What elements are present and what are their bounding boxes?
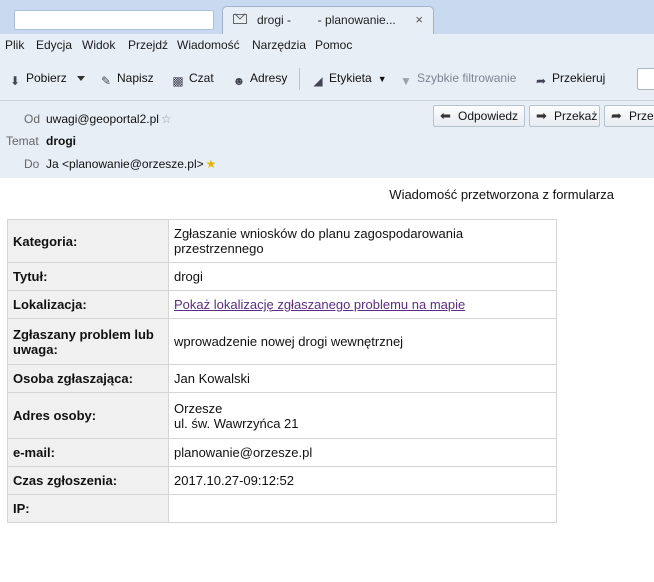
tab-title: drogi - - planowanie... (257, 13, 396, 27)
menu-message[interactable]: Wiadomość (177, 38, 240, 52)
redirect-arrow-icon: ➦ (611, 108, 622, 123)
envelope-icon (233, 14, 247, 24)
row-key: Zgłaszany problem lub uwaga: (7, 318, 169, 365)
tag-icon: ◢ (313, 74, 323, 88)
row-key: Osoba zgłaszająca: (7, 364, 169, 393)
get-messages-dropdown[interactable] (72, 69, 90, 87)
from-label: Od (24, 112, 41, 126)
tab-blank[interactable] (14, 10, 214, 30)
table-row: Tytuł: drogi (7, 262, 557, 291)
redirect-arrow-icon: ➦ (535, 74, 547, 88)
table-row: Kategoria: Zgłaszanie wniosków do planu … (7, 219, 557, 263)
menu-tools[interactable]: Narzędzia (252, 38, 306, 52)
form-caption: Wiadomość przetworzona z formularza (389, 187, 614, 202)
row-value: wprowadzenie nowej drogi wewnętrznej (168, 318, 557, 365)
row-value (168, 494, 557, 523)
main-toolbar: ⬇ Pobierz ✎ Napisz ▩ Czat ☻ Adresy ◢ Etykieta… (0, 56, 654, 101)
table-row: e-mail: planowanie@orzesze.pl (7, 438, 557, 467)
message-header: Od uwagi@geoportal2.pl ☆ Temat drogi Do J… (0, 101, 654, 178)
table-row: Adres osoby: Orzesze ul. św. Wawrzyńca 21 (7, 392, 557, 439)
menu-help[interactable]: Pomoc (315, 38, 352, 52)
close-icon[interactable]: × (415, 12, 423, 27)
get-messages-button[interactable]: ⬇ Pobierz (8, 71, 67, 88)
row-value: drogi (168, 262, 557, 291)
from-address[interactable]: uwagi@geoportal2.pl ☆ (46, 112, 172, 126)
tag-button[interactable]: ◢ Etykieta ▼ (311, 71, 387, 88)
tab-strip: drogi - - planowanie... × (0, 0, 654, 34)
reply-button[interactable]: ⬅ Odpowiedz (433, 105, 525, 127)
to-label: Do (24, 157, 40, 171)
write-button[interactable]: ✎ Napisz (99, 71, 154, 88)
quick-filter-button[interactable]: ▼ Szybkie filtrowanie (399, 71, 516, 88)
star-filled-icon[interactable]: ★ (206, 157, 217, 171)
search-input[interactable] (637, 68, 654, 90)
row-key: Adres osoby: (7, 392, 169, 439)
table-row: Lokalizacja: Pokaż lokalizację zgłaszane… (7, 290, 557, 319)
row-key: e-mail: (7, 438, 169, 467)
address-book-button[interactable]: ☻ Adresy (232, 71, 288, 88)
chat-bubble-icon: ▩ (172, 74, 184, 88)
row-value: Pokaż lokalizację zgłaszanego problemu n… (168, 290, 557, 319)
filter-icon: ▼ (400, 74, 412, 88)
menu-edit[interactable]: Edycja (36, 38, 72, 52)
row-key: Lokalizacja: (7, 290, 169, 319)
row-key: IP: (7, 494, 169, 523)
chevron-down-icon: ▼ (377, 74, 387, 84)
table-row: IP: (7, 494, 557, 523)
table-row: Czas zgłoszenia: 2017.10.27-09:12:52 (7, 466, 557, 495)
form-table: Kategoria: Zgłaszanie wniosków do planu … (7, 219, 557, 523)
pencil-icon: ✎ (100, 74, 112, 88)
to-address[interactable]: Ja <planowanie@orzesze.pl> ★ (46, 157, 216, 171)
menu-file[interactable]: Plik (5, 38, 24, 52)
tab-message[interactable]: drogi - - planowanie... × (222, 6, 434, 34)
reply-arrow-icon: ⬅ (440, 108, 451, 123)
map-link[interactable]: Pokaż lokalizację zgłaszanego problemu n… (174, 297, 465, 312)
row-value: Jan Kowalski (168, 364, 557, 393)
subject-label: Temat (6, 134, 39, 148)
row-value: 2017.10.27-09:12:52 (168, 466, 557, 495)
menu-go[interactable]: Przejdź (128, 38, 168, 52)
subject-value: drogi (46, 134, 76, 148)
menu-view[interactable]: Widok (82, 38, 115, 52)
row-value: planowanie@orzesze.pl (168, 438, 557, 467)
address-line-1: Orzesze (174, 400, 223, 416)
download-icon: ⬇ (9, 74, 21, 88)
row-value: Zgłaszanie wniosków do planu zagospodaro… (168, 219, 557, 263)
row-key: Tytuł: (7, 262, 169, 291)
row-key: Czas zgłoszenia: (7, 466, 169, 495)
row-value: Orzesze ul. św. Wawrzyńca 21 (168, 392, 557, 439)
more-actions-button[interactable]: ➦Przek (604, 105, 654, 127)
address-line-2: ul. św. Wawrzyńca 21 (174, 415, 299, 431)
redirect-button[interactable]: ➦ Przekieruj (534, 71, 605, 88)
row-key: Kategoria: (7, 219, 169, 263)
menu-bar: Plik Edycja Widok Przejdź Wiadomość Narz… (0, 34, 654, 56)
message-body: Wiadomość przetworzona z formularza Kate… (0, 178, 654, 582)
person-icon: ☻ (232, 74, 246, 88)
star-outline-icon[interactable]: ☆ (161, 112, 172, 126)
forward-button[interactable]: ➡ Przekaż (529, 105, 600, 127)
table-row: Zgłaszany problem lub uwaga: wprowadzeni… (7, 318, 557, 365)
forward-arrow-icon: ➡ (536, 108, 547, 123)
toolbar-separator (299, 68, 300, 90)
table-row: Osoba zgłaszająca: Jan Kowalski (7, 364, 557, 393)
chat-button[interactable]: ▩ Czat (171, 71, 213, 88)
